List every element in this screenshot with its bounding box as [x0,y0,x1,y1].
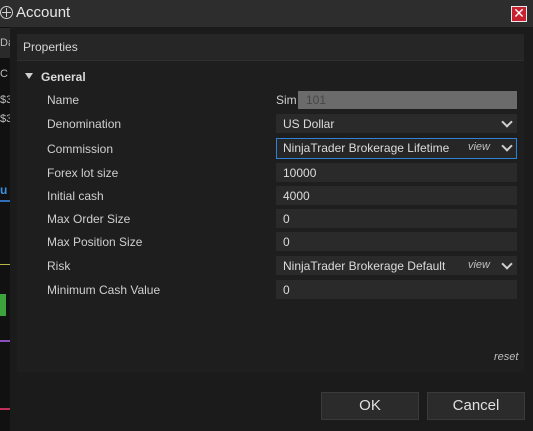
risk-value: NinjaTrader Brokerage Default [283,259,446,273]
max-position-size-label: Max Position Size [47,235,143,249]
commission-value: NinjaTrader Brokerage Lifetime [283,141,450,155]
forex-lot-size-label: Forex lot size [47,166,119,180]
cancel-button[interactable]: Cancel [427,392,525,420]
reset-link[interactable]: reset [494,351,518,363]
properties-header-label: Properties [23,40,78,54]
max-position-size-input[interactable]: 0 [276,232,517,251]
forex-lot-size-input[interactable]: 10000 [276,163,517,182]
max-order-size-label: Max Order Size [47,212,131,226]
crosshair-icon [0,6,13,19]
group-general-label[interactable]: General [41,70,86,84]
screen: Da C $3 $3 u Account ✕ Properties Genera… [0,0,533,431]
minimum-cash-value-input[interactable]: 0 [276,280,517,299]
initial-cash-input[interactable]: 4000 [276,186,517,205]
forex-lot-size-value: 10000 [283,166,317,180]
dialog-titlebar[interactable]: Account ✕ [0,0,533,27]
name-input: 101 [298,91,517,109]
close-button[interactable]: ✕ [511,6,527,22]
chevron-down-icon [501,258,513,270]
denomination-value: US Dollar [283,117,335,131]
properties-header: Properties [17,34,524,61]
max-order-size-input[interactable]: 0 [276,209,517,228]
denomination-label: Denomination [47,117,122,131]
chevron-down-icon [501,140,513,152]
risk-view-link[interactable]: view [468,259,490,271]
ok-button[interactable]: OK [321,392,419,420]
name-label: Name [47,93,80,107]
account-dialog: Account ✕ Properties General Name Sim 10… [0,0,533,431]
caret-down-icon[interactable] [25,73,33,79]
minimum-cash-value-value: 0 [283,283,290,297]
chevron-down-icon [501,116,513,128]
initial-cash-label: Initial cash [47,189,104,203]
minimum-cash-value-label: Minimum Cash Value [47,283,161,297]
name-prefix: Sim [276,93,297,107]
commission-view-link[interactable]: view [468,141,490,153]
initial-cash-value: 4000 [283,189,310,203]
commission-dropdown[interactable]: NinjaTrader Brokerage Lifetime view [276,138,517,159]
commission-label: Commission [47,142,114,156]
risk-label: Risk [47,259,71,273]
denomination-dropdown[interactable]: US Dollar [276,114,517,133]
dialog-title: Account [16,4,71,21]
risk-dropdown[interactable]: NinjaTrader Brokerage Default view [276,256,517,275]
max-order-size-value: 0 [283,212,290,226]
name-value: 101 [306,93,327,107]
max-position-size-value: 0 [283,235,290,249]
